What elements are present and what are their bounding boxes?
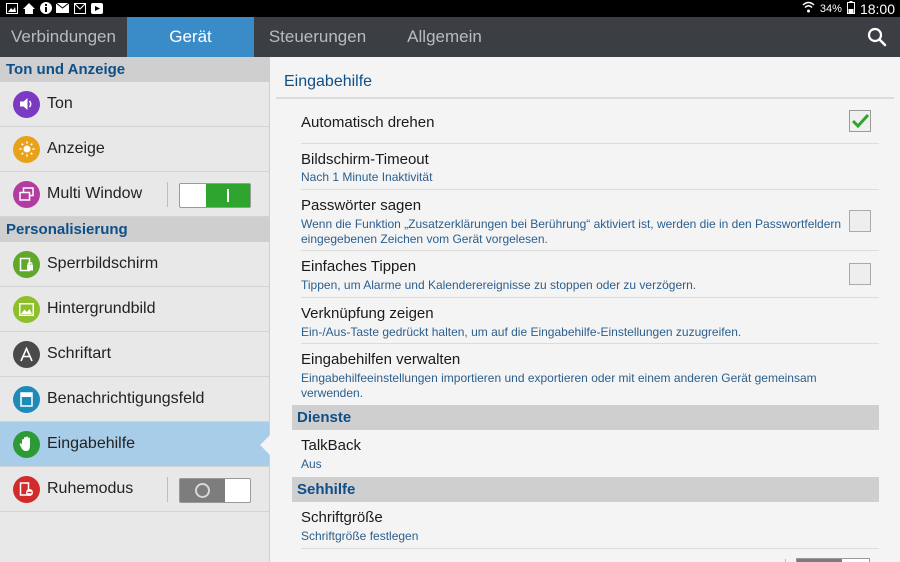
gallery-icon xyxy=(5,2,18,14)
setting-title: Bildschirm-Timeout xyxy=(301,151,429,168)
tab-allgemein[interactable]: Allgemein xyxy=(381,17,508,57)
partial-toggle[interactable] xyxy=(796,558,870,562)
setting-subtitle: Eingabehilfeeinstellungen importieren un… xyxy=(301,371,817,400)
setting-title: TalkBack xyxy=(301,437,362,454)
battery-icon xyxy=(846,0,855,17)
sidebar-item-eingabehilfe[interactable]: Eingabehilfe xyxy=(0,422,270,467)
setting-subtitle: Wenn die Funktion „Zusatzerklärungen bei… xyxy=(301,217,842,246)
setting-talkback[interactable]: TalkBack Aus xyxy=(301,430,879,477)
setting-subtitle: Nach 1 Minute Inaktivität xyxy=(301,170,433,184)
divider xyxy=(167,182,168,207)
toggle-knob-on xyxy=(206,184,250,207)
setting-show-shortcut[interactable]: Verknüpfung zeigen Ein-/Aus-Taste gedrüc… xyxy=(301,298,879,344)
speaker-icon xyxy=(13,90,40,118)
settings-category-list: Ton und Anzeige Ton Anzeige Multi Window… xyxy=(0,57,270,562)
setting-title: Einfaches Tippen xyxy=(301,258,417,275)
tab-verbindungen[interactable]: Verbindungen xyxy=(0,17,127,57)
setting-title: Verknüpfung zeigen xyxy=(301,305,434,322)
home-icon xyxy=(22,2,35,14)
multi-window-icon xyxy=(13,180,40,208)
sidebar-item-label: Eingabehilfe xyxy=(47,435,136,452)
tab-geraet[interactable]: Gerät xyxy=(127,17,254,57)
speak-passwords-checkbox[interactable] xyxy=(849,210,871,232)
setting-title: Automatisch drehen xyxy=(301,114,435,131)
section-header-sehhilfe: Sehhilfe xyxy=(292,477,879,502)
tab-steuerungen[interactable]: Steuerungen xyxy=(254,17,381,57)
sidebar-item-label: Hintergrundbild xyxy=(47,300,156,317)
section-header-ton-und-anzeige: Ton und Anzeige xyxy=(0,57,269,82)
page-title: Eingabehilfe xyxy=(284,73,373,90)
toggle-knob-off xyxy=(180,479,225,502)
checkmark-icon xyxy=(851,113,870,129)
sidebar-item-label: Schriftart xyxy=(47,345,112,362)
setting-easy-touch[interactable]: Einfaches Tippen Tippen, um Alarme und K… xyxy=(301,251,879,298)
easy-touch-checkbox[interactable] xyxy=(849,263,871,285)
font-icon xyxy=(13,340,40,368)
sidebar-item-hintergrundbild[interactable]: Hintergrundbild xyxy=(0,287,269,332)
wallpaper-icon xyxy=(13,295,40,323)
auto-rotate-checkbox[interactable] xyxy=(849,110,871,132)
notification-panel-icon xyxy=(13,385,40,413)
sidebar-item-anzeige[interactable]: Anzeige xyxy=(0,127,269,172)
sidebar-item-label: Ruhemodus xyxy=(47,480,134,497)
detail-pane: Eingabehilfe Automatisch drehen Bildschi… xyxy=(276,57,900,562)
setting-title: Schriftgröße xyxy=(301,509,383,526)
info-icon xyxy=(39,2,52,14)
status-bar: 34% 18:00 xyxy=(0,0,900,17)
sidebar-item-multi-window[interactable]: Multi Window xyxy=(0,172,269,217)
blocking-mode-icon xyxy=(13,475,40,503)
search-icon[interactable] xyxy=(866,26,888,48)
setting-subtitle: Tippen, um Alarme und Kalenderereignisse… xyxy=(301,278,697,292)
sidebar-item-label: Anzeige xyxy=(47,140,105,157)
divider xyxy=(167,477,168,502)
setting-screen-timeout[interactable]: Bildschirm-Timeout Nach 1 Minute Inaktiv… xyxy=(301,144,879,190)
sidebar-item-ton[interactable]: Ton xyxy=(0,82,269,127)
sidebar-item-ruhemodus[interactable]: Ruhemodus xyxy=(0,467,269,512)
sidebar-item-label: Sperrbildschirm xyxy=(47,255,159,272)
setting-manage-accessibility[interactable]: Eingabehilfen verwalten Eingabehilfeeins… xyxy=(301,344,879,405)
section-header-personalisierung: Personalisierung xyxy=(0,217,269,242)
setting-auto-rotate[interactable]: Automatisch drehen xyxy=(301,99,879,144)
ruhemodus-toggle[interactable] xyxy=(179,478,251,503)
youtube-icon xyxy=(90,2,103,14)
wifi-icon xyxy=(802,1,815,16)
lock-screen-icon xyxy=(13,250,40,278)
setting-subtitle: Schriftgröße festlegen xyxy=(301,529,419,543)
setting-subtitle: Aus xyxy=(301,457,322,471)
tab-bar: Verbindungen Gerät Steuerungen Allgemein xyxy=(0,17,900,57)
sidebar-item-sperrbildschirm[interactable]: Sperrbildschirm xyxy=(0,242,269,287)
sidebar-item-label: Multi Window xyxy=(47,185,143,202)
sidebar-item-label: Ton xyxy=(47,95,73,112)
setting-title: Eingabehilfen verwalten xyxy=(301,351,461,368)
brightness-icon xyxy=(13,135,40,163)
setting-font-size[interactable]: Schriftgröße Schriftgröße festlegen xyxy=(301,502,879,549)
battery-percent: 34% xyxy=(819,2,842,15)
sidebar-item-label: Benachrichtigungsfeld xyxy=(47,390,205,407)
email-icon xyxy=(73,2,86,14)
hand-icon xyxy=(13,430,40,458)
section-header-dienste: Dienste xyxy=(292,405,879,430)
setting-title: Passwörter sagen xyxy=(301,197,422,214)
setting-subtitle: Ein-/Aus-Taste gedrückt halten, um auf d… xyxy=(301,325,742,339)
multi-window-toggle[interactable] xyxy=(179,183,251,208)
sidebar-item-benachrichtigungsfeld[interactable]: Benachrichtigungsfeld xyxy=(0,377,269,422)
mail-icon xyxy=(56,2,69,14)
clock: 18:00 xyxy=(859,0,895,17)
sidebar-item-schriftart[interactable]: Schriftart xyxy=(0,332,269,377)
setting-speak-passwords[interactable]: Passwörter sagen Wenn die Funktion „Zusa… xyxy=(301,190,879,251)
